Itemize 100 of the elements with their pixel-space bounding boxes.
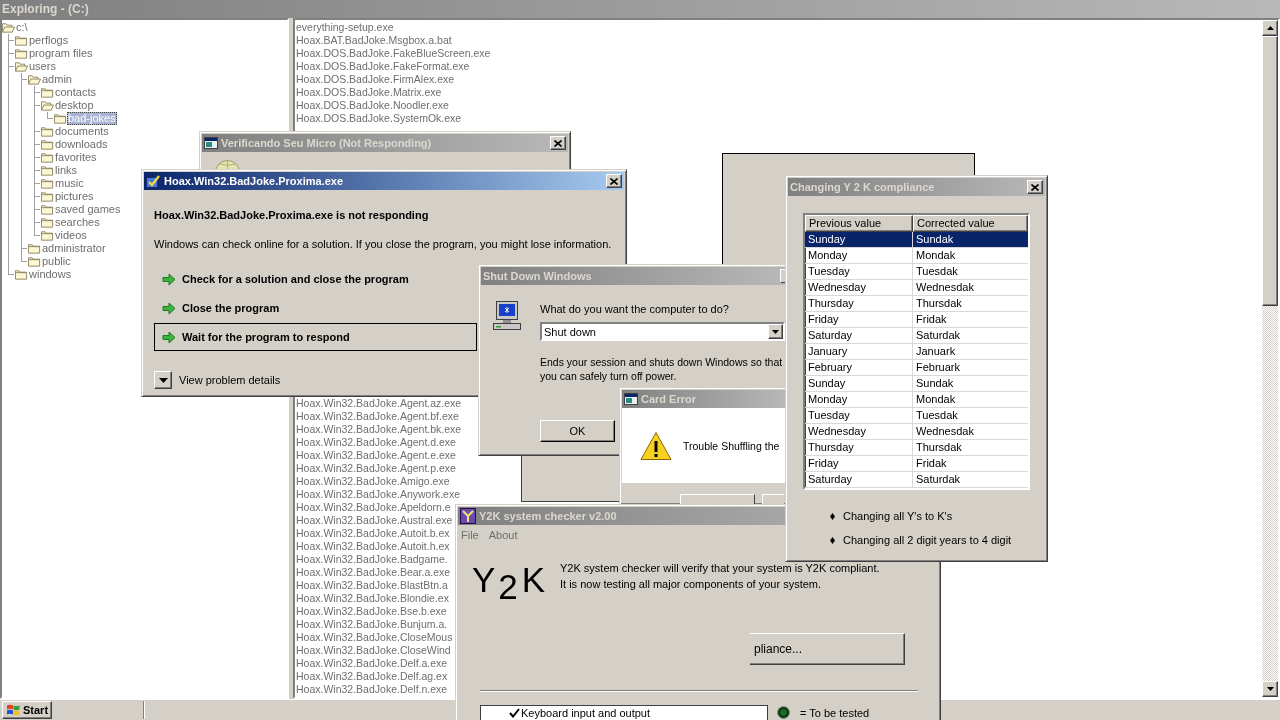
tree-item[interactable]: downloads	[54, 138, 109, 151]
close-button[interactable]	[780, 269, 785, 283]
tree-item[interactable]: contacts	[54, 86, 97, 99]
file-name[interactable]: Hoax.Win32.BadJoke.Autoit.h.ex	[296, 540, 450, 553]
menu-item[interactable]: About	[488, 529, 518, 541]
tree-item[interactable]: videos	[54, 229, 88, 242]
file-name[interactable]: Hoax.Win32.BadJoke.Bear.a.exe	[296, 566, 451, 579]
test-item[interactable]: Keyboard input and output	[521, 707, 651, 719]
table-cell-text: Tuesdak	[915, 264, 959, 279]
file-name[interactable]: everything-setup.exe	[296, 21, 394, 34]
file-name[interactable]: Hoax.Win32.BadJoke.CloseWind	[296, 644, 451, 657]
table-row[interactable]: January Januark	[805, 344, 1028, 360]
menu-item[interactable]: File	[461, 529, 479, 541]
column-header[interactable]: Previous value	[805, 215, 913, 232]
tree-item[interactable]: program files	[28, 47, 94, 60]
file-name[interactable]: Hoax.Win32.BadJoke.Agent.az.exe	[296, 397, 462, 410]
table-cell: February	[805, 360, 913, 375]
tree-item[interactable]: music	[54, 177, 85, 190]
option-button[interactable]: Close the program	[154, 294, 477, 322]
scrollbar-thumb[interactable]	[1262, 36, 1278, 306]
close-button[interactable]	[606, 174, 622, 188]
table-cell-text: Thursdak	[915, 296, 963, 311]
window-title: Hoax.Win32.BadJoke.Proxima.exe	[164, 175, 344, 187]
option-button[interactable]: Wait for the program to respond	[154, 323, 477, 351]
file-name[interactable]: Hoax.Win32.BadJoke.Delf.a.exe	[296, 657, 448, 670]
tree-item[interactable]: desktop	[54, 99, 95, 112]
file-name[interactable]: Hoax.Win32.BadJoke.CloseMous	[296, 631, 453, 644]
table-row[interactable]: Wednesday Wednesdak	[805, 280, 1028, 296]
details-label[interactable]: View problem details	[179, 374, 281, 386]
table-row[interactable]: Thursday Thursdak	[805, 296, 1028, 312]
file-name[interactable]: Hoax.Win32.BadJoke.Bse.b.exe	[296, 605, 447, 618]
file-name[interactable]: Hoax.DOS.BadJoke.Matrix.exe	[296, 86, 442, 99]
tree-item[interactable]: c:\	[15, 21, 29, 34]
file-name[interactable]: Hoax.DOS.BadJoke.FakeFormat.exe	[296, 60, 470, 73]
tree-item[interactable]: users	[28, 60, 57, 73]
close-button[interactable]	[550, 136, 566, 150]
ok-button[interactable]: OK	[540, 420, 615, 442]
table-row[interactable]: Sunday Sundak	[805, 376, 1028, 392]
action-dropdown[interactable]: Shut down	[540, 322, 785, 341]
file-name[interactable]: Hoax.Win32.BadJoke.Agent.bf.exe	[296, 410, 459, 423]
file-name[interactable]: Hoax.Win32.BadJoke.Delf.n.exe	[296, 683, 448, 696]
file-name[interactable]: Hoax.Win32.BadJoke.Blondie.ex	[296, 592, 449, 605]
option-button[interactable]: Check for a solution and close the program	[154, 265, 477, 293]
flag-icon	[6, 704, 20, 716]
file-name[interactable]: Hoax.Win32.BadJoke.Anywork.exe	[296, 488, 460, 501]
table-row[interactable]: Saturday Saturdak	[805, 472, 1028, 488]
file-name[interactable]: Hoax.DOS.BadJoke.FirmAlex.exe	[296, 73, 455, 86]
table-cell-text: Sundak	[915, 376, 955, 391]
file-name[interactable]: Hoax.DOS.BadJoke.Noodler.exe	[296, 99, 449, 112]
table-row[interactable]: Thursday Thursdak	[805, 440, 1028, 456]
action-button[interactable]: pliance...	[750, 633, 905, 665]
arrow-icon	[162, 330, 176, 344]
file-name[interactable]: Hoax.Win32.BadJoke.Amigo.exe	[296, 475, 450, 488]
file-name[interactable]: Hoax.Win32.BadJoke.Bunjum.a.	[296, 618, 448, 631]
table-row[interactable]: February Februark	[805, 360, 1028, 376]
table-cell-text: Saturdak	[915, 328, 962, 343]
file-name[interactable]: Hoax.BAT.BadJoke.Msgbox.a.bat	[296, 34, 452, 47]
table-row[interactable]: Sunday Sundak	[805, 232, 1028, 248]
table-row[interactable]: Monday Mondak	[805, 392, 1028, 408]
file-name[interactable]: Hoax.Win32.BadJoke.Apeldorn.e	[296, 501, 451, 514]
column-header[interactable]: Corrected value	[913, 215, 1028, 232]
tree-item[interactable]: administrator	[41, 242, 107, 255]
file-name[interactable]: Hoax.Win32.BadJoke.Agent.e.exe	[296, 449, 456, 462]
table-cell-text: Mondak	[915, 248, 957, 263]
scroll-down-button[interactable]	[1262, 681, 1278, 697]
file-name[interactable]: Hoax.Win32.BadJoke.Austral.exe	[296, 514, 453, 527]
expand-button[interactable]	[154, 371, 172, 389]
table-row[interactable]: Monday Mondak	[805, 248, 1028, 264]
tree-item[interactable]: pictures	[54, 190, 95, 203]
program-icon	[146, 173, 161, 189]
tree-item[interactable]: saved games	[54, 203, 122, 216]
tree-item[interactable]: windows	[28, 268, 73, 281]
file-name[interactable]: Hoax.DOS.BadJoke.SystemOk.exe	[296, 112, 462, 125]
tree-item[interactable]: perflogs	[28, 34, 70, 47]
file-name[interactable]: Hoax.Win32.BadJoke.Agent.bk.exe	[296, 423, 462, 436]
scroll-up-button[interactable]	[1262, 20, 1278, 36]
table-row[interactable]: Friday Fridak	[805, 312, 1028, 328]
tree-item[interactable]: documents	[54, 125, 110, 138]
file-name[interactable]: Hoax.DOS.BadJoke.FakeBlueScreen.exe	[296, 47, 491, 60]
table-row[interactable]: Saturday Saturdak	[805, 328, 1028, 344]
dropdown-button[interactable]	[768, 324, 783, 339]
start-button[interactable]: Start	[2, 701, 52, 719]
file-name[interactable]: Hoax.Win32.BadJoke.Agent.p.exe	[296, 462, 456, 475]
file-name[interactable]: Hoax.Win32.BadJoke.Badgame.	[296, 553, 448, 566]
table-row[interactable]: Tuesday Tuesdak	[805, 264, 1028, 280]
file-name[interactable]: Hoax.Win32.BadJoke.Delf.ag.ex	[296, 670, 448, 683]
file-name[interactable]: Hoax.Win32.BadJoke.Agent.d.exe	[296, 436, 456, 449]
tree-item[interactable]: favorites	[54, 151, 98, 164]
file-name[interactable]: Hoax.Win32.BadJoke.Autoit.b.ex	[296, 527, 450, 540]
table-row[interactable]: Tuesday Tuesdak	[805, 408, 1028, 424]
close-button[interactable]	[1027, 180, 1043, 194]
table-row[interactable]: Wednesday Wednesdak	[805, 424, 1028, 440]
warning-icon	[640, 430, 672, 461]
tree-item[interactable]: searches	[54, 216, 101, 229]
tree-item[interactable]: public	[41, 255, 72, 268]
table-cell: Sunday	[805, 376, 913, 391]
tree-item[interactable]: links	[54, 164, 78, 177]
file-name[interactable]: Hoax.Win32.BadJoke.BlastBtn.a	[296, 579, 448, 592]
tree-item[interactable]: admin	[41, 73, 73, 86]
table-row[interactable]: Friday Fridak	[805, 456, 1028, 472]
